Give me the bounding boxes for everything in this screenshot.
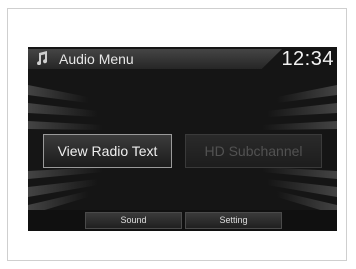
clock: 12:34: [281, 48, 334, 70]
header-bar: Audio Menu 12:34: [28, 47, 337, 72]
page-title: Audio Menu: [59, 51, 134, 67]
setting-button[interactable]: Setting: [185, 212, 282, 229]
music-note-icon: [37, 51, 48, 65]
hd-subchannel-button[interactable]: HD Subchannel: [185, 134, 322, 168]
view-radio-text-button[interactable]: View Radio Text: [43, 134, 172, 168]
bottom-bar: [28, 210, 337, 231]
audio-screen: Audio Menu 12:34 View Radio Text HD Subc…: [28, 47, 337, 231]
sound-button[interactable]: Sound: [85, 212, 182, 229]
